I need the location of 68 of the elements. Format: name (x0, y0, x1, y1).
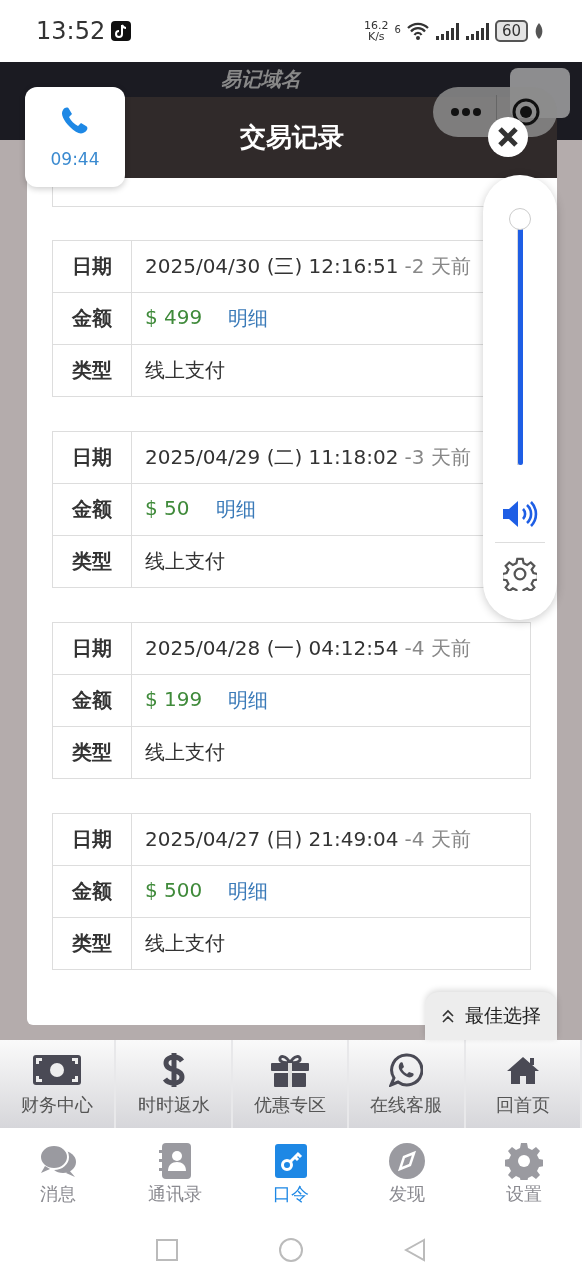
relative-time: -2 天前 (404, 253, 471, 280)
key-icon (275, 1144, 307, 1178)
amount-value: $ 199 (145, 687, 203, 713)
best-choice-tab[interactable]: 最佳选择 (425, 992, 557, 1040)
banknote-icon (33, 1055, 82, 1085)
field-label: 日期 (53, 241, 132, 292)
detail-link[interactable]: 明细 (228, 878, 269, 905)
call-bubble[interactable]: 09:44 (25, 87, 125, 187)
settings-icon[interactable] (503, 557, 537, 591)
field-label: 金额 (53, 866, 132, 917)
music-app-icon (111, 21, 132, 41)
field-label: 金额 (53, 484, 132, 535)
tab-item[interactable]: 发现 (349, 1128, 466, 1220)
slider-thumb[interactable] (509, 208, 531, 230)
date-value: 2025/04/27 (日) 21:49:04 (145, 826, 399, 853)
field-label: 类型 (53, 345, 132, 396)
clock-time: 13:52 (36, 17, 106, 45)
target-icon[interactable] (511, 97, 541, 127)
date-value: 2025/04/30 (三) 12:16:51 (145, 253, 399, 280)
gift-icon (271, 1053, 309, 1087)
tab-item[interactable]: 口令 (232, 1128, 350, 1220)
signal-icon (434, 22, 459, 40)
date-value: 2025/04/28 (一) 04:12:54 (145, 635, 399, 662)
site-title: 易记域名 (221, 66, 301, 90)
battery-level: 60 (494, 20, 528, 42)
chat-bubbles-icon (39, 1144, 78, 1178)
call-duration: 09:44 (50, 149, 100, 169)
tab-item[interactable]: 消息 (0, 1128, 117, 1220)
relative-time: -4 天前 (404, 635, 471, 662)
signal-icon (464, 22, 489, 40)
detail-link[interactable]: 明细 (228, 305, 269, 332)
type-value: 线上支付 (145, 739, 225, 766)
speaker-icon[interactable] (502, 500, 538, 528)
detail-link[interactable]: 明细 (228, 687, 269, 714)
network-speed: 16.2 K/s (364, 20, 389, 42)
field-label: 日期 (53, 623, 132, 674)
field-label: 金额 (53, 675, 132, 726)
amount-value: $ 500 (145, 878, 203, 904)
contact-book-icon (158, 1143, 191, 1179)
field-label: 类型 (53, 536, 132, 587)
wifi-label: 6 (394, 24, 401, 35)
tab-item[interactable]: 通讯录 (116, 1128, 233, 1220)
more-icon[interactable] (451, 108, 481, 116)
leaf-icon (534, 23, 544, 39)
settings-icon (504, 1142, 543, 1180)
amount-value: $ 499 (145, 305, 203, 331)
compass-icon (389, 1143, 426, 1179)
close-icon (497, 126, 519, 148)
field-label: 日期 (53, 432, 132, 483)
type-value: 线上支付 (145, 357, 225, 384)
detail-link[interactable]: 明细 (215, 496, 256, 523)
field-label: 金额 (53, 293, 132, 344)
field-label: 类型 (53, 727, 132, 778)
field-label: 日期 (53, 814, 132, 865)
type-value: 线上支付 (145, 930, 225, 957)
type-value: 线上支付 (145, 548, 225, 575)
double-chevron-icon (441, 1009, 455, 1023)
tab-item[interactable]: 设置 (465, 1128, 582, 1220)
home-icon (505, 1056, 540, 1084)
relative-time: -3 天前 (404, 444, 471, 471)
wifi-icon (406, 22, 429, 40)
phone-icon (60, 105, 90, 135)
relative-time: -4 天前 (404, 826, 471, 853)
phone-chat-icon (389, 1053, 424, 1087)
field-label: 类型 (53, 918, 132, 969)
date-value: 2025/04/29 (二) 11:18:02 (145, 444, 399, 471)
amount-value: $ 50 (145, 496, 190, 522)
dollar-icon (161, 1052, 186, 1088)
